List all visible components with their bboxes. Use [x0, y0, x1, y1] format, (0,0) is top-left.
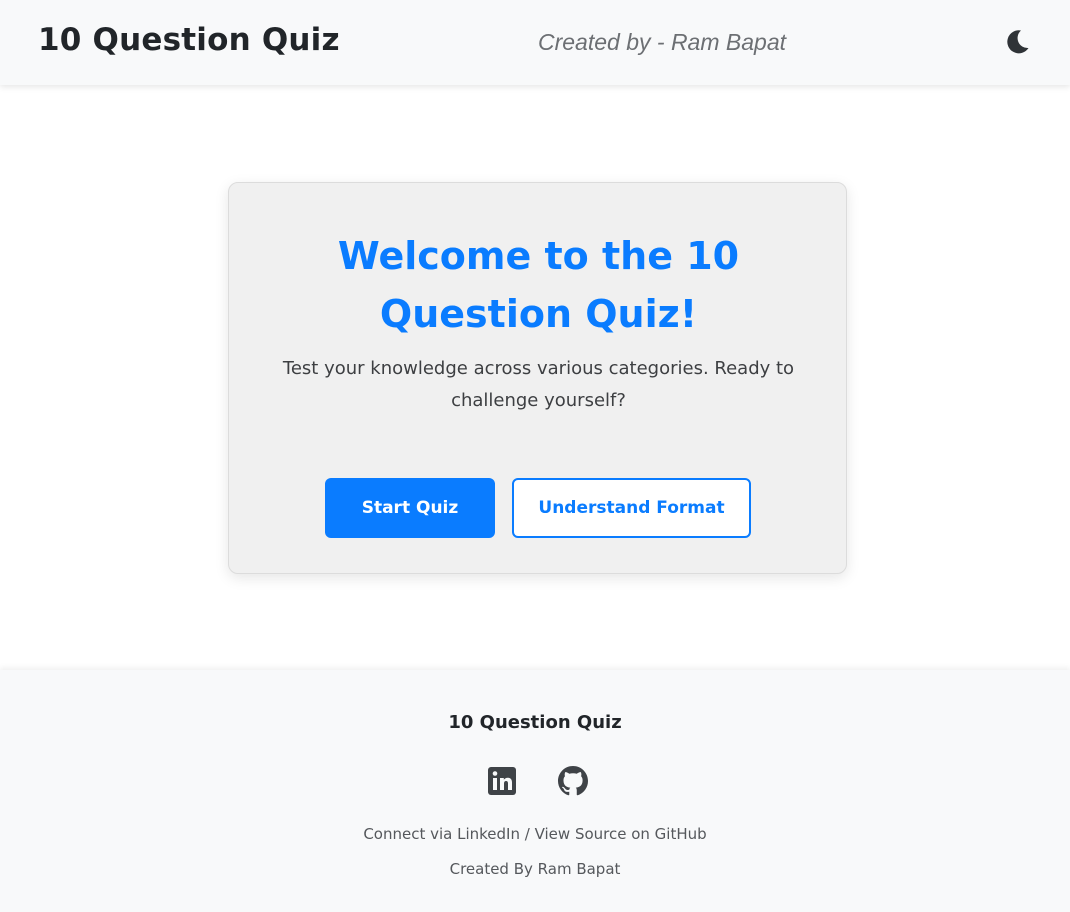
welcome-description: Test your knowledge across various categ… [282, 358, 795, 411]
link-separator: / [519, 825, 535, 843]
welcome-heading: Welcome to the 10 Question Quiz! [337, 234, 740, 336]
theme-toggle-button[interactable] [1002, 27, 1032, 57]
creator-credit: Created by - Ram Bapat [538, 29, 787, 55]
footer: 10 Question Quiz Connect via LinkedIn / … [0, 670, 1070, 912]
linkedin-link[interactable] [487, 766, 517, 796]
moon-icon [1007, 30, 1029, 54]
footer-title: 10 Question Quiz [448, 712, 622, 733]
start-quiz-button[interactable]: Start Quiz [325, 478, 495, 538]
brand-title[interactable]: 10 Question Quiz [38, 22, 340, 58]
github-link[interactable] [558, 766, 588, 796]
navbar: 10 Question Quiz Created by - Ram Bapat [0, 0, 1070, 85]
github-text-link[interactable]: View Source on GitHub [535, 825, 707, 843]
welcome-card: Welcome to the 10 Question Quiz! Test yo… [228, 182, 847, 574]
github-icon [558, 766, 588, 796]
understand-format-button[interactable]: Understand Format [512, 478, 751, 538]
linkedin-text-link[interactable]: Connect via LinkedIn [363, 825, 520, 843]
footer-links: Connect via LinkedIn / View Source on Gi… [0, 825, 1070, 843]
linkedin-icon [488, 767, 516, 795]
footer-credit: Created By Ram Bapat [449, 860, 621, 878]
